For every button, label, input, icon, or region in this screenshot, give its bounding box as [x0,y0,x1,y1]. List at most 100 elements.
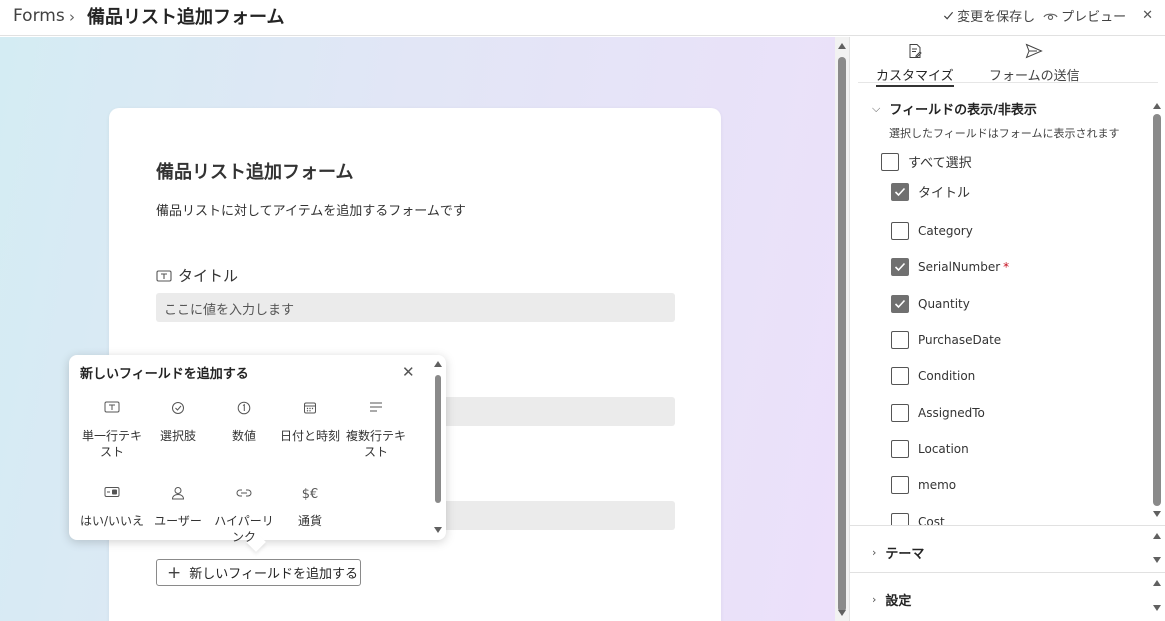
close-icon: ✕ [1142,8,1153,23]
save-label: 変更を保存し [957,10,1036,25]
customize-icon [909,44,922,58]
scroll-up-arrow[interactable] [838,43,846,49]
field-item-label: Cost [918,515,945,525]
field-type-currency[interactable]: $€ 通貨 [277,486,343,529]
field-type-label: 通貨 [297,514,322,528]
field-item-serialnumber[interactable]: SerialNumber * [891,258,1009,276]
scroll-down-arrow[interactable] [434,527,442,533]
field-type-label: ハイパーリンク [214,514,274,544]
field-item-cost[interactable]: Cost [891,513,945,525]
checkbox[interactable] [891,367,909,385]
scroll-down-arrow[interactable] [1153,557,1161,563]
preview-label: プレビュー [1061,10,1127,25]
field-item-label: AssignedTo [918,406,985,420]
settings-scrollbar[interactable] [1152,580,1162,612]
calendar-icon [304,402,316,414]
section-theme-header[interactable]: › テーマ [872,543,924,562]
checkmark-icon [894,262,906,272]
fields-scrollbar[interactable] [1152,103,1162,518]
scroll-up-arrow[interactable] [1153,580,1161,586]
theme-scrollbar[interactable] [1152,533,1162,563]
save-button[interactable]: 変更を保存し [943,6,1035,25]
single-line-text-icon [104,401,120,413]
add-field-label: 新しいフィールドを追加する [189,567,358,582]
checkbox[interactable] [891,476,909,494]
section-title: フィールドの表示/非表示 [889,103,1037,118]
checkmark-icon [894,187,906,196]
field-item-quantity[interactable]: Quantity [891,295,970,313]
close-button[interactable]: ✕ [1142,8,1153,23]
scroll-down-arrow[interactable] [1153,605,1161,611]
scroll-up-arrow[interactable] [1153,103,1161,109]
field-type-user[interactable]: ユーザー [145,486,211,529]
field-type-date-time[interactable]: 日付と時刻 [277,401,343,444]
field-label-text: タイトル [178,267,239,285]
header-actions: 変更を保存し プレビュー ✕ [935,6,1153,25]
field-item-label: PurchaseDate [918,333,1002,347]
scroll-up-arrow[interactable] [434,361,442,367]
checkbox[interactable] [891,440,909,458]
breadcrumb-app[interactable]: Forms [13,6,65,26]
field-type-label: 複数行テキスト [345,429,406,459]
popup-title: 新しいフィールドを追加する [80,367,249,382]
field-item-purchasedate[interactable]: PurchaseDate [891,331,1001,349]
checkbox[interactable] [891,331,909,349]
field-item-label: memo [918,478,957,492]
checkbox[interactable] [891,295,909,313]
section-divider [850,525,1165,526]
section-fields-header[interactable]: ⌵ フィールドの表示/非表示 [872,99,1037,119]
close-icon[interactable]: ✕ [402,363,415,381]
checkbox[interactable] [891,513,909,525]
side-panel: カスタマイズ フォームの送信 ⌵ フィールドの表示/非表示 選択したフィールドは… [849,37,1165,621]
send-icon [1025,43,1044,59]
number-icon [237,401,251,415]
field-type-hyperlink[interactable]: ハイパーリンク [211,486,277,545]
field-type-yes-no[interactable]: はい/いいえ [79,486,145,529]
preview-button[interactable]: プレビュー [1043,6,1126,25]
scroll-thumb[interactable] [1153,114,1161,506]
scroll-down-arrow[interactable] [1153,511,1161,517]
checkbox[interactable] [891,404,909,422]
field-item-label: SerialNumber [918,260,1001,274]
scroll-thumb[interactable] [435,375,441,503]
field-type-choice[interactable]: 選択肢 [145,401,211,444]
field-label-title[interactable]: タイトル [156,265,238,286]
tab-send-form[interactable]: フォームの送信 [989,43,1080,84]
field-type-number[interactable]: 数値 [211,401,277,444]
checkbox[interactable] [891,182,909,201]
section-title: 設定 [885,594,912,609]
add-field-button[interactable]: + 新しいフィールドを追加する [156,559,361,586]
field-type-label: 選択肢 [159,429,196,443]
canvas-scrollbar[interactable] [835,37,849,621]
field-item-memo[interactable]: memo [891,476,956,494]
top-bar: Forms › 備品リスト追加フォーム 変更を保存し プレビュー ✕ [0,0,1165,36]
field-item-label: タイトル [918,186,971,201]
scroll-up-arrow[interactable] [1153,533,1161,539]
section-subtitle: 選択したフィールドはフォームに表示されます [889,127,1120,140]
form-description[interactable]: 備品リストに対してアイテムを追加するフォームです [156,200,466,219]
section-divider [850,572,1165,573]
field-item-location[interactable]: Location [891,440,969,458]
multi-line-text-icon [370,402,382,412]
field-item-condition[interactable]: Condition [891,367,975,385]
chevron-right-icon: › [872,593,877,606]
breadcrumb-separator: › [69,8,75,26]
title-input[interactable]: ここに値を入力します [156,293,675,322]
chevron-down-icon: ⌵ [872,101,881,115]
form-title[interactable]: 備品リスト追加フォーム [156,158,353,184]
plus-icon: + [167,562,182,583]
field-item-assignedto[interactable]: AssignedTo [891,404,985,422]
section-settings-header[interactable]: › 設定 [872,590,911,609]
page-title: 備品リスト追加フォーム [87,7,285,28]
text-field-icon [156,269,172,282]
field-item-category[interactable]: Category [891,222,973,240]
field-type-single-line-text[interactable]: 単一行テキスト [79,401,145,460]
field-item-title[interactable]: タイトル [891,182,970,201]
scroll-thumb[interactable] [838,57,846,612]
checkbox[interactable] [891,258,909,276]
scroll-down-arrow[interactable] [838,610,846,616]
tab-customize[interactable]: カスタマイズ [876,43,954,87]
checkbox[interactable] [891,222,909,240]
field-type-multi-line-text[interactable]: 複数行テキスト [343,401,409,460]
popup-scrollbar[interactable] [434,361,442,533]
